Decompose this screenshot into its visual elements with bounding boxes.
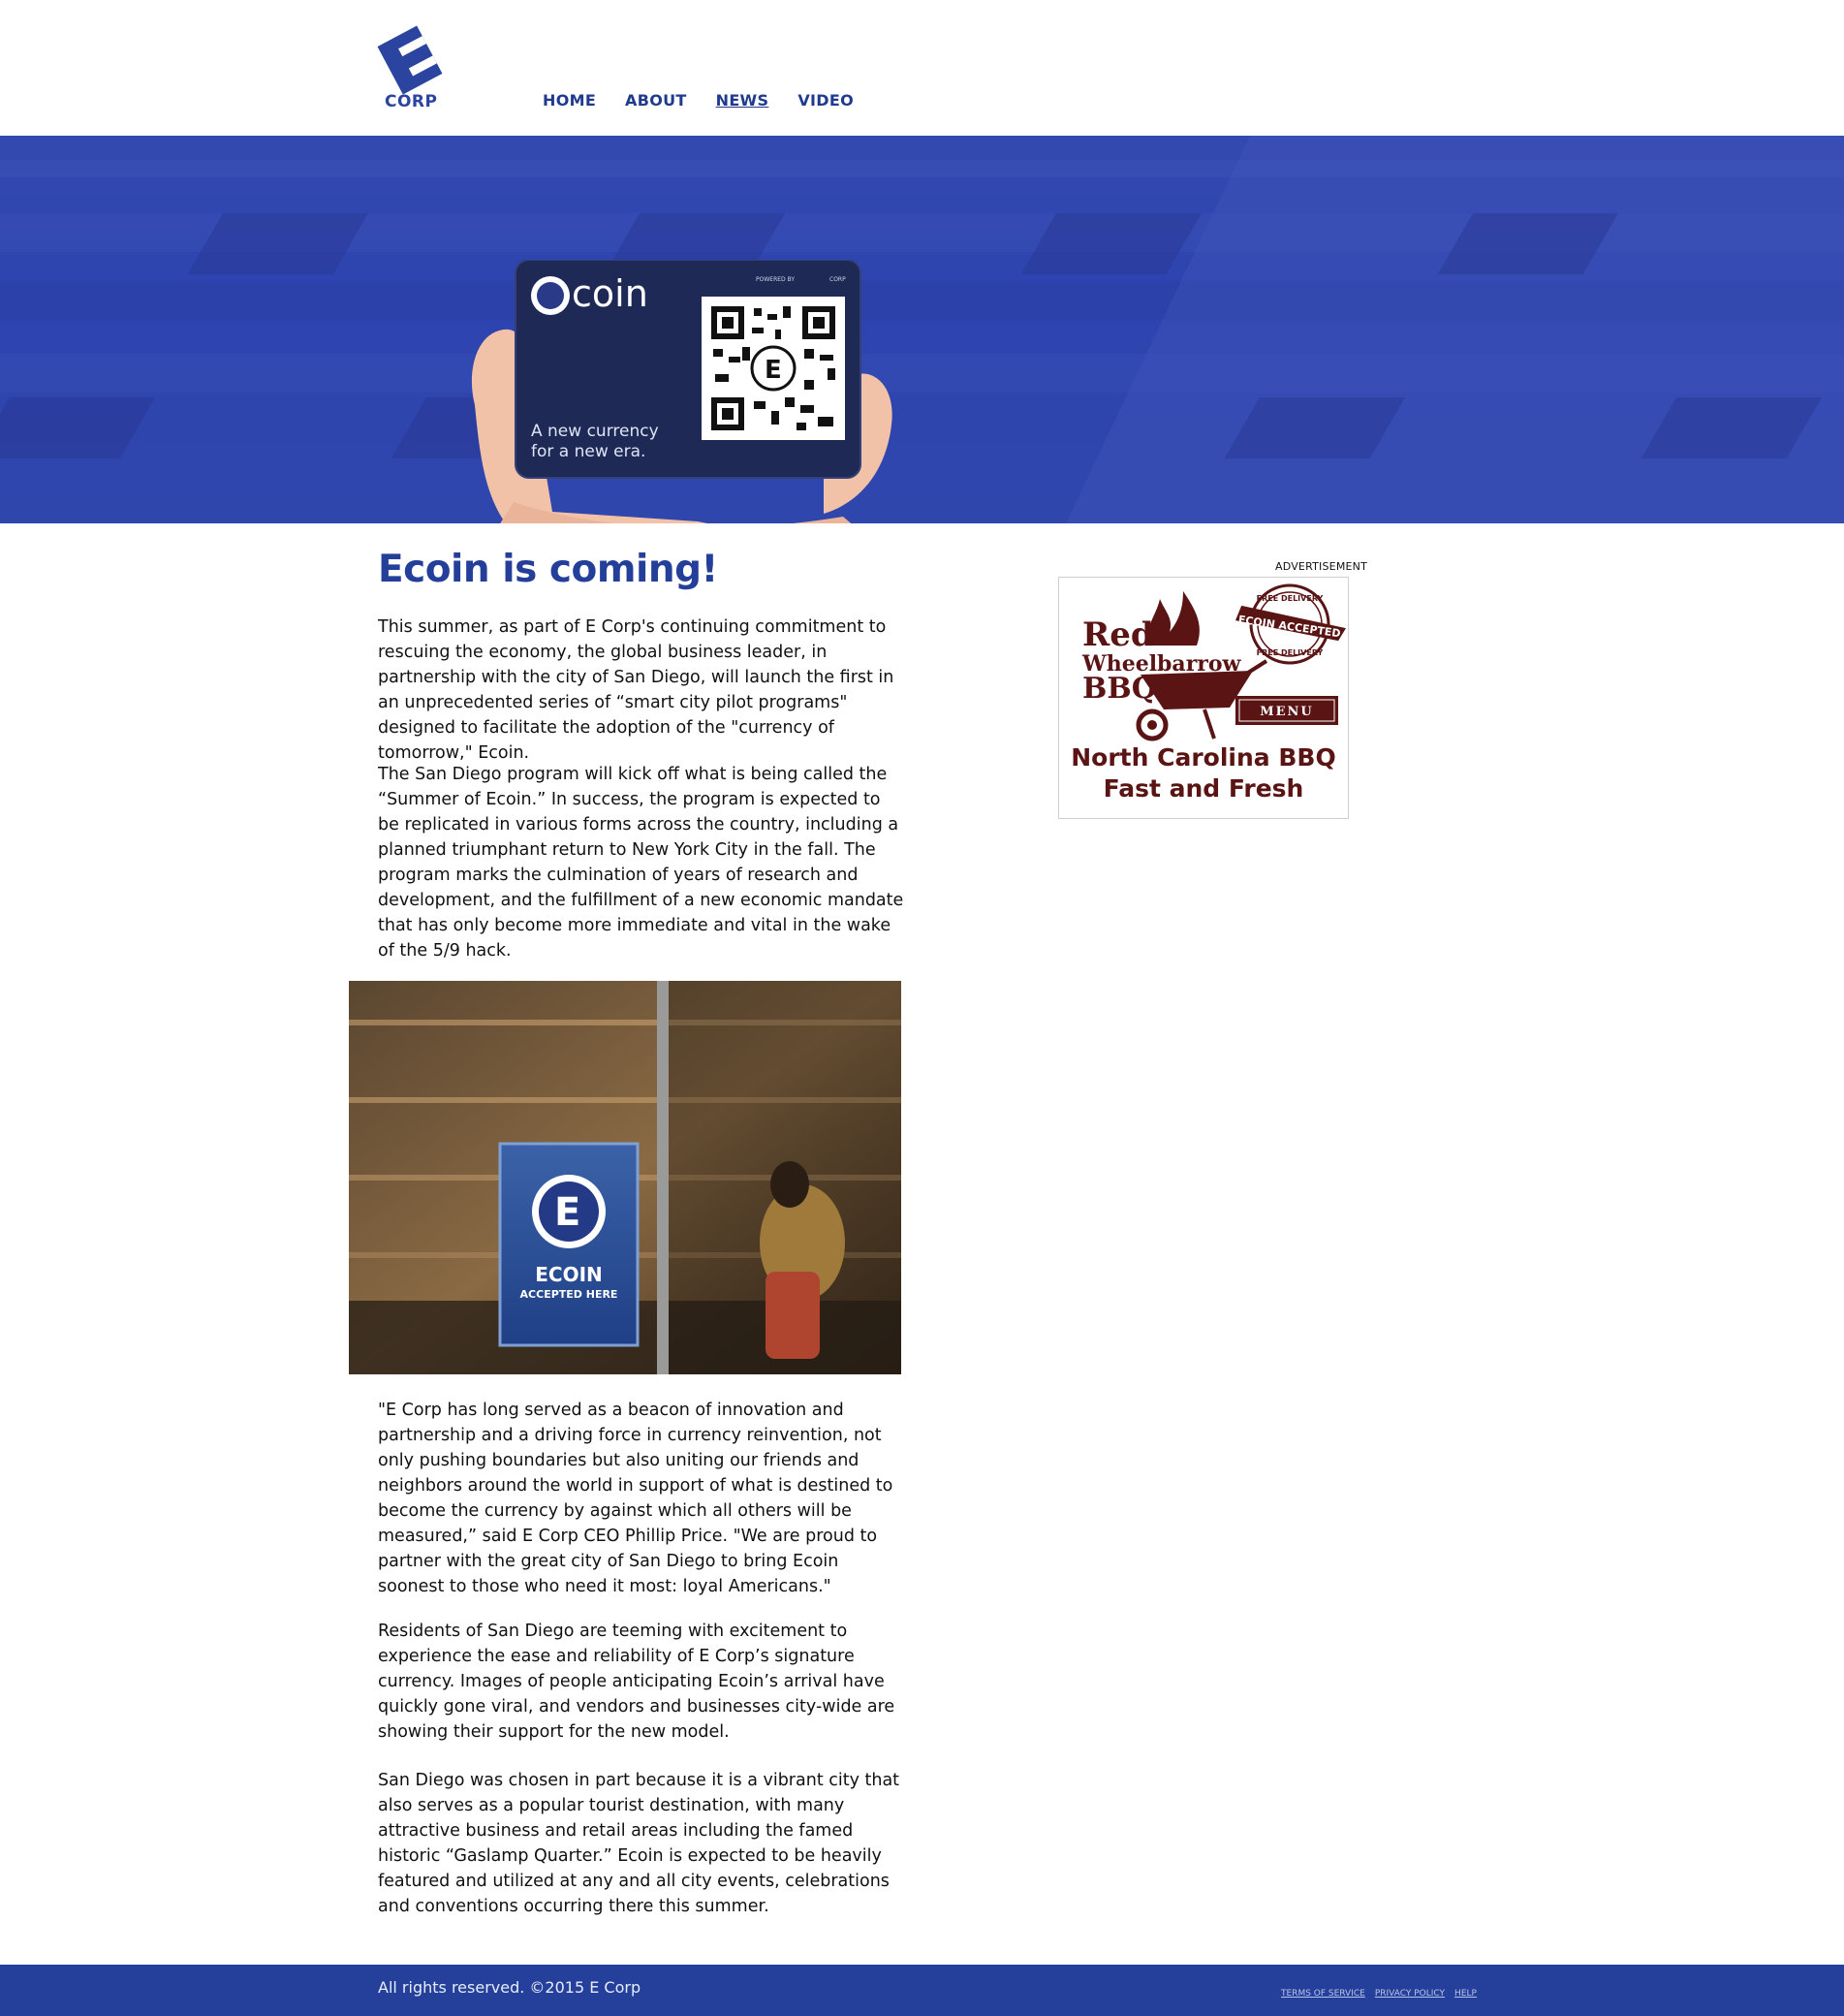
article-title: Ecoin is coming! bbox=[378, 548, 718, 591]
bbq-ad-graphic: Red Wheelbarrow BBQ FREE DELIVERY ECOIN … bbox=[1071, 583, 1346, 803]
svg-text:ACCEPTED HERE: ACCEPTED HERE bbox=[520, 1288, 618, 1301]
svg-text:E: E bbox=[765, 356, 782, 385]
article-paragraph: The San Diego program will kick off what… bbox=[378, 765, 904, 961]
main-nav: HOME ABOUT NEWS VIDEO bbox=[543, 91, 854, 110]
svg-text:Fast and Fresh: Fast and Fresh bbox=[1104, 774, 1304, 803]
article-paragraph: San Diego was chosen in part because it … bbox=[378, 1771, 900, 1916]
article-paragraph: Residents of San Diego are teeming with … bbox=[378, 1622, 895, 1742]
nav-about[interactable]: ABOUT bbox=[625, 91, 687, 110]
nav-home[interactable]: HOME bbox=[543, 91, 596, 110]
svg-text:North Carolina BBQ: North Carolina BBQ bbox=[1071, 743, 1335, 772]
svg-text:Red: Red bbox=[1082, 615, 1154, 654]
svg-text:A new currency: A new currency bbox=[531, 422, 659, 441]
ad-label: ADVERTISEMENT bbox=[1275, 560, 1368, 573]
article-paragraph: "E Corp has long served as a beacon of i… bbox=[378, 1401, 893, 1596]
svg-text:MENU: MENU bbox=[1260, 705, 1314, 719]
svg-text:FREE DELIVERY: FREE DELIVERY bbox=[1257, 594, 1324, 603]
logo-text[interactable]: CORP bbox=[385, 92, 437, 111]
privacy-policy-link[interactable]: PRIVACY POLICY bbox=[1375, 1989, 1445, 1999]
flame-icon bbox=[1147, 591, 1200, 646]
footer-links: TERMS OF SERVICE PRIVACY POLICY HELP bbox=[1281, 1989, 1477, 1999]
svg-text:POWERED BY: POWERED BY bbox=[756, 276, 795, 283]
site-footer: All rights reserved. ©2015 E Corp TERMS … bbox=[0, 1965, 1844, 2016]
svg-text:FREE DELIVERY: FREE DELIVERY bbox=[1257, 648, 1324, 657]
nav-news[interactable]: NEWS bbox=[716, 91, 769, 110]
svg-text:ECOIN: ECOIN bbox=[535, 1263, 603, 1286]
help-link[interactable]: HELP bbox=[1454, 1989, 1477, 1999]
nav-video[interactable]: VIDEO bbox=[797, 91, 854, 110]
svg-text:E: E bbox=[554, 1190, 580, 1235]
cafe-window-image: E ECOIN ACCEPTED HERE bbox=[349, 981, 901, 1374]
hero-banner: coin POWERED BY CORP A new currency for … bbox=[0, 136, 1844, 523]
storefront-photo: E ECOIN ACCEPTED HERE bbox=[349, 981, 901, 1374]
ecoin-card-image: coin POWERED BY CORP A new currency for … bbox=[455, 259, 930, 523]
hand-holding-card-icon: coin POWERED BY CORP A new currency for … bbox=[471, 259, 892, 523]
svg-text:CORP: CORP bbox=[829, 276, 846, 283]
svg-text:coin: coin bbox=[572, 272, 648, 315]
bbq-advertisement[interactable]: Red Wheelbarrow BBQ FREE DELIVERY ECOIN … bbox=[1058, 577, 1349, 819]
article-paragraph: This summer, as part of E Corp's continu… bbox=[378, 617, 894, 763]
site-header: CORP HOME ABOUT NEWS VIDEO bbox=[0, 0, 1844, 136]
copyright-text: All rights reserved. ©2015 E Corp bbox=[378, 1978, 641, 1997]
svg-text:for a new era.: for a new era. bbox=[531, 442, 645, 461]
terms-of-service-link[interactable]: TERMS OF SERVICE bbox=[1281, 1989, 1365, 1999]
article-header: Ecoin is coming! bbox=[378, 548, 906, 591]
